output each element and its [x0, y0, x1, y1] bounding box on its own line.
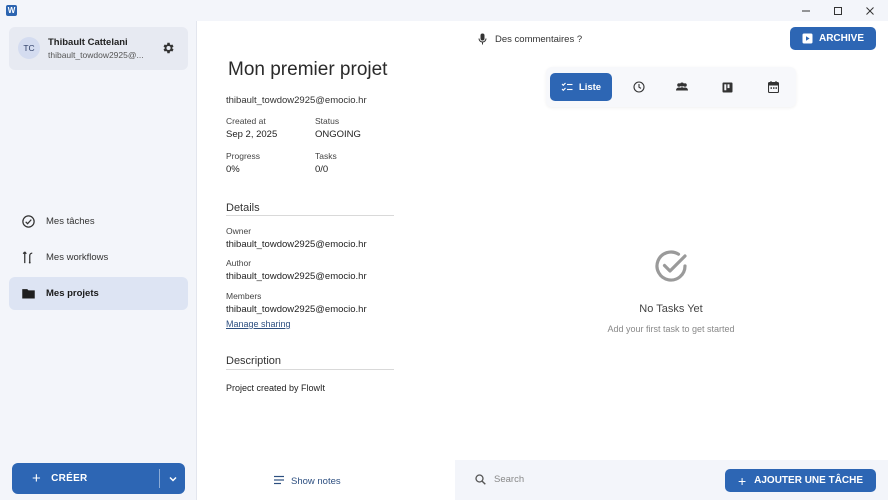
- chevron-down-icon: [168, 476, 177, 482]
- people-icon: [676, 82, 688, 91]
- plus-icon: +: [737, 472, 747, 489]
- search-placeholder: Search: [494, 474, 525, 485]
- sidebar: TC Thibault Cattelani thibault_towdow292…: [0, 21, 197, 500]
- manage-sharing-link[interactable]: Manage sharing: [226, 319, 291, 329]
- description-title: Description: [226, 355, 282, 367]
- create-dropdown-button[interactable]: [160, 463, 185, 494]
- microphone-icon: [478, 33, 487, 45]
- plus-icon: +: [32, 470, 42, 487]
- empty-state-check-icon: [655, 250, 687, 282]
- title-bar: W: [0, 0, 888, 21]
- author-label: Author: [226, 258, 252, 268]
- search-icon: [475, 474, 486, 485]
- avatar: TC: [18, 37, 40, 59]
- members-label: Members: [226, 291, 262, 301]
- gear-icon[interactable]: [161, 41, 175, 55]
- details-title: Details: [226, 202, 260, 214]
- progress-label: Progress: [226, 151, 261, 161]
- view-switcher: Liste: [546, 67, 796, 107]
- created-at-label: Created at: [226, 116, 266, 126]
- check-circle-icon: [22, 215, 35, 228]
- show-notes-label: Show notes: [291, 476, 341, 487]
- author-value: thibault_towdow2925@emocio.hr: [226, 271, 367, 282]
- close-button[interactable]: [854, 0, 886, 21]
- feedback-label: Des commentaires ?: [495, 33, 583, 45]
- kanban-icon: [722, 82, 732, 92]
- user-email: thibault_towdow2925@...: [48, 50, 144, 60]
- empty-state-subtitle: Add your first task to get started: [607, 324, 735, 334]
- user-name: Thibault Cattelani: [48, 37, 128, 48]
- tasks-label: Tasks: [315, 151, 337, 161]
- workflow-icon: [22, 251, 33, 264]
- clock-icon: [633, 81, 645, 93]
- status-value: ONGOING: [315, 129, 361, 140]
- app-logo-icon: W: [6, 5, 17, 16]
- sidebar-item-mes-workflows[interactable]: Mes workflows: [9, 241, 188, 274]
- sidebar-item-mes-projets[interactable]: Mes projets: [9, 277, 188, 310]
- tab-liste[interactable]: Liste: [550, 73, 612, 101]
- maximize-button[interactable]: [822, 0, 854, 21]
- tasks-value: 0/0: [315, 164, 329, 175]
- archive-icon: [802, 33, 813, 44]
- add-task-button[interactable]: + AJOUTER UNE TÂCHE: [725, 469, 876, 492]
- tab-calendar[interactable]: [761, 73, 785, 101]
- search-input[interactable]: Search: [475, 474, 524, 485]
- owner-label: Owner: [226, 226, 252, 236]
- tab-label: Liste: [578, 81, 602, 93]
- user-card[interactable]: TC Thibault Cattelani thibault_towdow292…: [9, 27, 188, 70]
- archive-label: ARCHIVE: [818, 33, 864, 44]
- show-notes-button[interactable]: Show notes: [273, 475, 341, 488]
- members-value: thibault_towdow2925@emocio.hr: [226, 304, 367, 315]
- tab-kanban[interactable]: [715, 73, 739, 101]
- status-label: Status: [315, 116, 340, 126]
- project-email: thibault_towdow2925@emocio.hr: [226, 95, 367, 106]
- feedback-link[interactable]: Des commentaires ?: [478, 33, 582, 45]
- page-title: Mon premier projet: [228, 59, 388, 80]
- create-button[interactable]: + CRÉER: [12, 463, 158, 494]
- archive-button[interactable]: ARCHIVE: [790, 27, 876, 50]
- sidebar-item-mes-taches[interactable]: Mes tâches: [9, 205, 188, 238]
- list-icon: [561, 82, 573, 92]
- minimize-button[interactable]: [790, 0, 822, 21]
- sidebar-item-label: Mes projets: [46, 288, 99, 299]
- calendar-icon: [767, 81, 779, 93]
- created-at-value: Sep 2, 2025: [226, 129, 278, 140]
- description-divider: [226, 369, 394, 370]
- owner-value: thibault_towdow2925@emocio.hr: [226, 239, 367, 250]
- bottom-toolbar: Search + AJOUTER UNE TÂCHE: [455, 460, 888, 500]
- add-task-label: AJOUTER UNE TÂCHE: [754, 475, 864, 486]
- description-text: Project created by FlowIt: [226, 383, 326, 393]
- sidebar-item-label: Mes tâches: [46, 216, 95, 227]
- notes-icon: [273, 475, 285, 488]
- sidebar-item-label: Mes workflows: [46, 252, 109, 263]
- create-label: CRÉER: [51, 473, 88, 484]
- progress-value: 0%: [226, 164, 240, 175]
- details-divider: [226, 215, 394, 216]
- tab-timeline[interactable]: [627, 73, 651, 101]
- close-icon: [866, 6, 874, 15]
- minimize-icon: [802, 10, 810, 11]
- tab-team[interactable]: [670, 73, 694, 101]
- maximize-icon: [834, 6, 842, 15]
- create-button-group: + CRÉER: [12, 463, 185, 494]
- empty-state-title: No Tasks Yet: [639, 303, 703, 315]
- folder-icon: [22, 289, 35, 299]
